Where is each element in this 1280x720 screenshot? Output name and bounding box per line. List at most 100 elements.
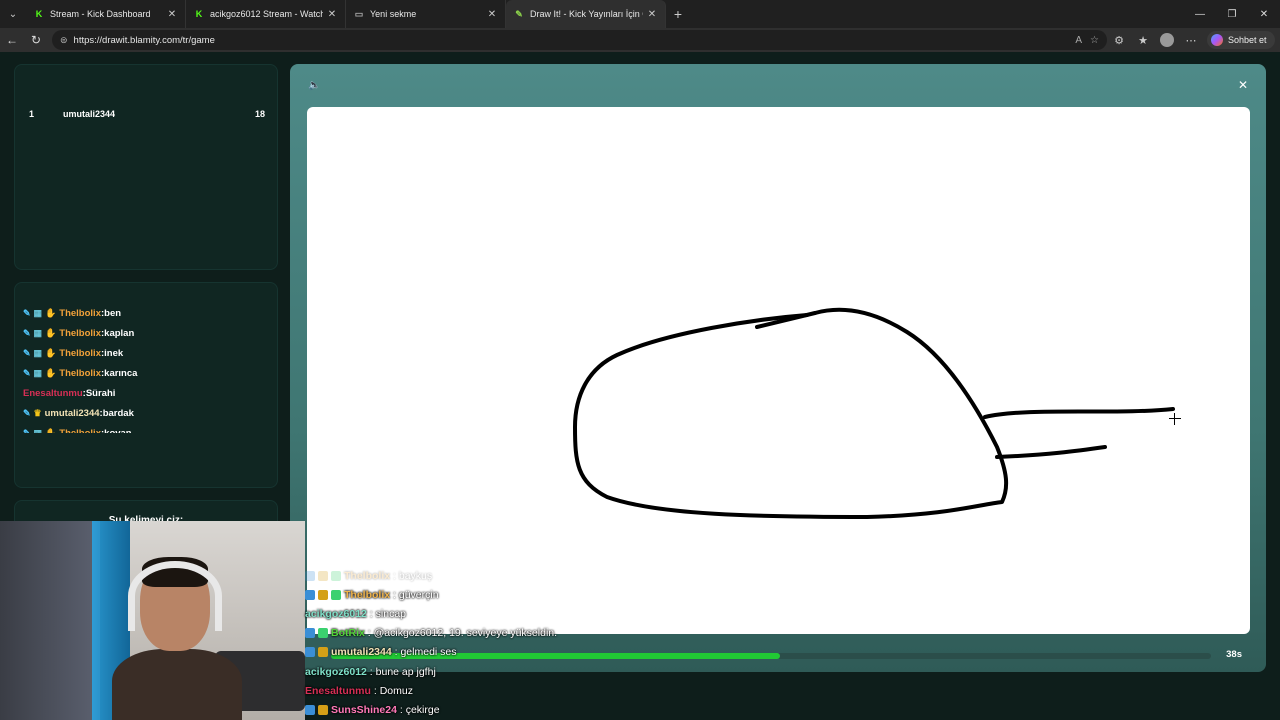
stream-chat-user[interactable]: acikgoz6012	[305, 608, 367, 620]
grid-badge-icon: ▦	[33, 347, 43, 358]
chat-badge-icon	[305, 647, 315, 658]
chat-badge-icon	[318, 704, 328, 715]
more-menu-icon[interactable]: ⋯	[1179, 28, 1203, 52]
guess-message: kovan	[104, 427, 132, 434]
chat-badge-icon	[305, 628, 315, 639]
guess-message: bardak	[102, 407, 134, 419]
pen-badge-icon: ✎	[23, 427, 31, 434]
guess-user: Thelbolix	[59, 367, 101, 379]
stream-chat-user[interactable]: SunsShine24	[331, 704, 397, 716]
drawn-stroke	[995, 445, 1107, 459]
stream-chat-user[interactable]: acikgoz6012	[305, 666, 367, 678]
browser-tab-new-tab[interactable]: ▭ Yeni sekme ✕	[346, 0, 506, 28]
guess-user: umutali2344	[44, 407, 100, 419]
tab-title: Yeni sekme	[370, 9, 417, 19]
stream-chat-line: BotRix : @acikgoz6012, 19. seviyeye yüks…	[305, 624, 725, 643]
stream-chat-message: bune ap jgfhj	[375, 665, 436, 678]
chat-badge-icon	[318, 628, 328, 639]
copilot-chat-button[interactable]: Sohbet et	[1207, 31, 1275, 49]
pen-badge-icon: ✎	[23, 307, 31, 318]
guess-log-line: ✎ ▦ ✋ Thelbolix: kaplan	[23, 327, 135, 339]
stream-chat-message: güverçin	[398, 588, 439, 601]
tab-list-chevron-icon[interactable]: ⌄	[0, 0, 26, 28]
stream-chat-line: Thelbolix : güverçin	[305, 585, 725, 604]
stream-chat-user[interactable]: Enesaltunmu	[305, 685, 371, 697]
hand-badge-icon: ✋	[45, 327, 57, 338]
guess-log-line: ✎ ▦ ✋ Thelbolix: ben	[23, 307, 122, 319]
grid-badge-icon: ▦	[33, 327, 43, 338]
chat-badge-icon	[305, 704, 315, 715]
hand-badge-icon: ✋	[45, 367, 57, 378]
page-icon: ▭	[354, 8, 364, 19]
guess-message: karınca	[104, 367, 138, 379]
favorite-star-icon[interactable]: ☆	[1090, 35, 1099, 46]
close-game-icon[interactable]: ✕	[1238, 78, 1248, 92]
guess-user: Thelbolix	[59, 307, 101, 319]
new-tab-plus-icon[interactable]: +	[666, 6, 690, 22]
close-tab-icon[interactable]: ✕	[167, 9, 177, 20]
crown-badge-icon: ♛	[33, 407, 42, 418]
guess-log-panel: ✎ ▦ ✋ Thelbolix: ben ✎ ▦ ✋ Thelbolix: kaplan ✎ ▦ ✋ Th…	[14, 282, 278, 488]
back-arrow-icon[interactable]: ←	[0, 28, 24, 52]
guess-log-list: ✎ ▦ ✋ Thelbolix: ben ✎ ▦ ✋ Thelbolix: kaplan ✎ ▦ ✋ Th…	[15, 303, 277, 434]
stream-chat-line: Thelbolix : baykuş	[305, 566, 725, 585]
copilot-label: Sohbet et	[1228, 35, 1267, 45]
tab-title: Stream - Kick Dashboard	[50, 9, 151, 19]
stream-chat-user[interactable]: BotRix	[331, 627, 365, 639]
chat-badge-icon	[305, 589, 315, 600]
pen-badge-icon: ✎	[23, 407, 31, 418]
minimize-icon[interactable]: —	[1184, 0, 1216, 28]
profile-avatar[interactable]	[1155, 28, 1179, 52]
guess-log-line: ✎ ▦ ✋ Thelbolix: kovan	[15, 423, 277, 434]
chat-badge-icon	[318, 647, 328, 658]
guess-log-line: ✎ ♛ umutali2344: bardak	[23, 407, 134, 419]
url-field[interactable]: ⊜ https://drawit.blamity.com/tr/game A ☆	[52, 30, 1107, 50]
stream-chat-line: umutali2344 : gelmedi ses	[305, 643, 725, 662]
drawing-canvas[interactable]	[307, 107, 1250, 634]
guess-log-line: Enesaltunmu: Sürahi	[23, 387, 116, 399]
drawn-stroke	[983, 407, 1175, 419]
leaderboard-score: 18	[254, 109, 265, 119]
stream-chat-overlay: Thelbolix : baykuş Thelbolix : güverçin ac…	[305, 566, 725, 720]
stream-chat-message: çekirge	[405, 703, 440, 716]
chat-badge-icon	[318, 570, 328, 581]
chat-badge-icon	[331, 570, 341, 581]
kick-icon: K	[195, 9, 203, 19]
reload-icon[interactable]: ↻	[24, 28, 48, 52]
leaderboard-row: 1 umutali2344 18	[29, 109, 265, 119]
site-info-icon[interactable]: ⊜	[60, 35, 68, 46]
extensions-icon[interactable]: ⚙	[1107, 28, 1131, 52]
window-close-icon[interactable]: ✕	[1248, 0, 1280, 28]
browser-tab-drawit[interactable]: ✎ Draw It! - Kick Yayınları İçin Çizim ✕	[506, 0, 666, 28]
speaker-icon[interactable]: 🔈	[308, 80, 320, 91]
tab-title: acikgoz6012 Stream - Watch Live	[210, 9, 323, 19]
window-controls: — ❐ ✕	[1184, 0, 1280, 28]
close-tab-icon[interactable]: ✕	[487, 9, 497, 20]
favorites-icon[interactable]: ★	[1131, 28, 1155, 52]
browser-tab-kick-dashboard[interactable]: K Stream - Kick Dashboard ✕	[26, 0, 186, 28]
guess-user: Thelbolix	[59, 427, 101, 434]
browser-tab-acikgoz-stream[interactable]: K acikgoz6012 Stream - Watch Live ✕	[186, 0, 346, 28]
stream-chat-user[interactable]: Thelbolix	[344, 589, 390, 601]
address-bar-row: ← ↻ ⊜ https://drawit.blamity.com/tr/game…	[0, 28, 1280, 52]
stream-chat-line: SunsShine24 : çekirge	[305, 700, 725, 719]
stream-chat-message: Domuz	[379, 684, 413, 697]
copilot-icon	[1211, 34, 1223, 46]
stream-chat-user[interactable]: Thelbolix	[344, 570, 390, 582]
round-timer: 38s	[1226, 649, 1242, 660]
close-tab-icon[interactable]: ✕	[327, 9, 337, 20]
stream-chat-message: gelmedi ses	[400, 646, 457, 659]
streamer-webcam	[0, 521, 305, 720]
guess-log-line: ✎ ▦ ✋ Thelbolix: karınca	[23, 367, 138, 379]
stream-chat-message: @acikgoz6012, 19. seviyeye yükseldin.	[373, 627, 558, 640]
stream-chat-line: Enesaltunmu : Domuz	[305, 684, 413, 697]
restore-icon[interactable]: ❐	[1216, 0, 1248, 28]
stream-chat-user[interactable]: umutali2344	[331, 646, 392, 658]
guess-message: ben	[104, 307, 122, 319]
leaderboard-name: umutali2344	[63, 109, 116, 119]
guess-user: Thelbolix	[59, 327, 101, 339]
close-tab-icon[interactable]: ✕	[647, 9, 657, 20]
translate-icon[interactable]: A	[1075, 35, 1082, 46]
crosshair-cursor-icon	[1169, 413, 1181, 425]
grid-badge-icon: ▦	[33, 427, 43, 434]
